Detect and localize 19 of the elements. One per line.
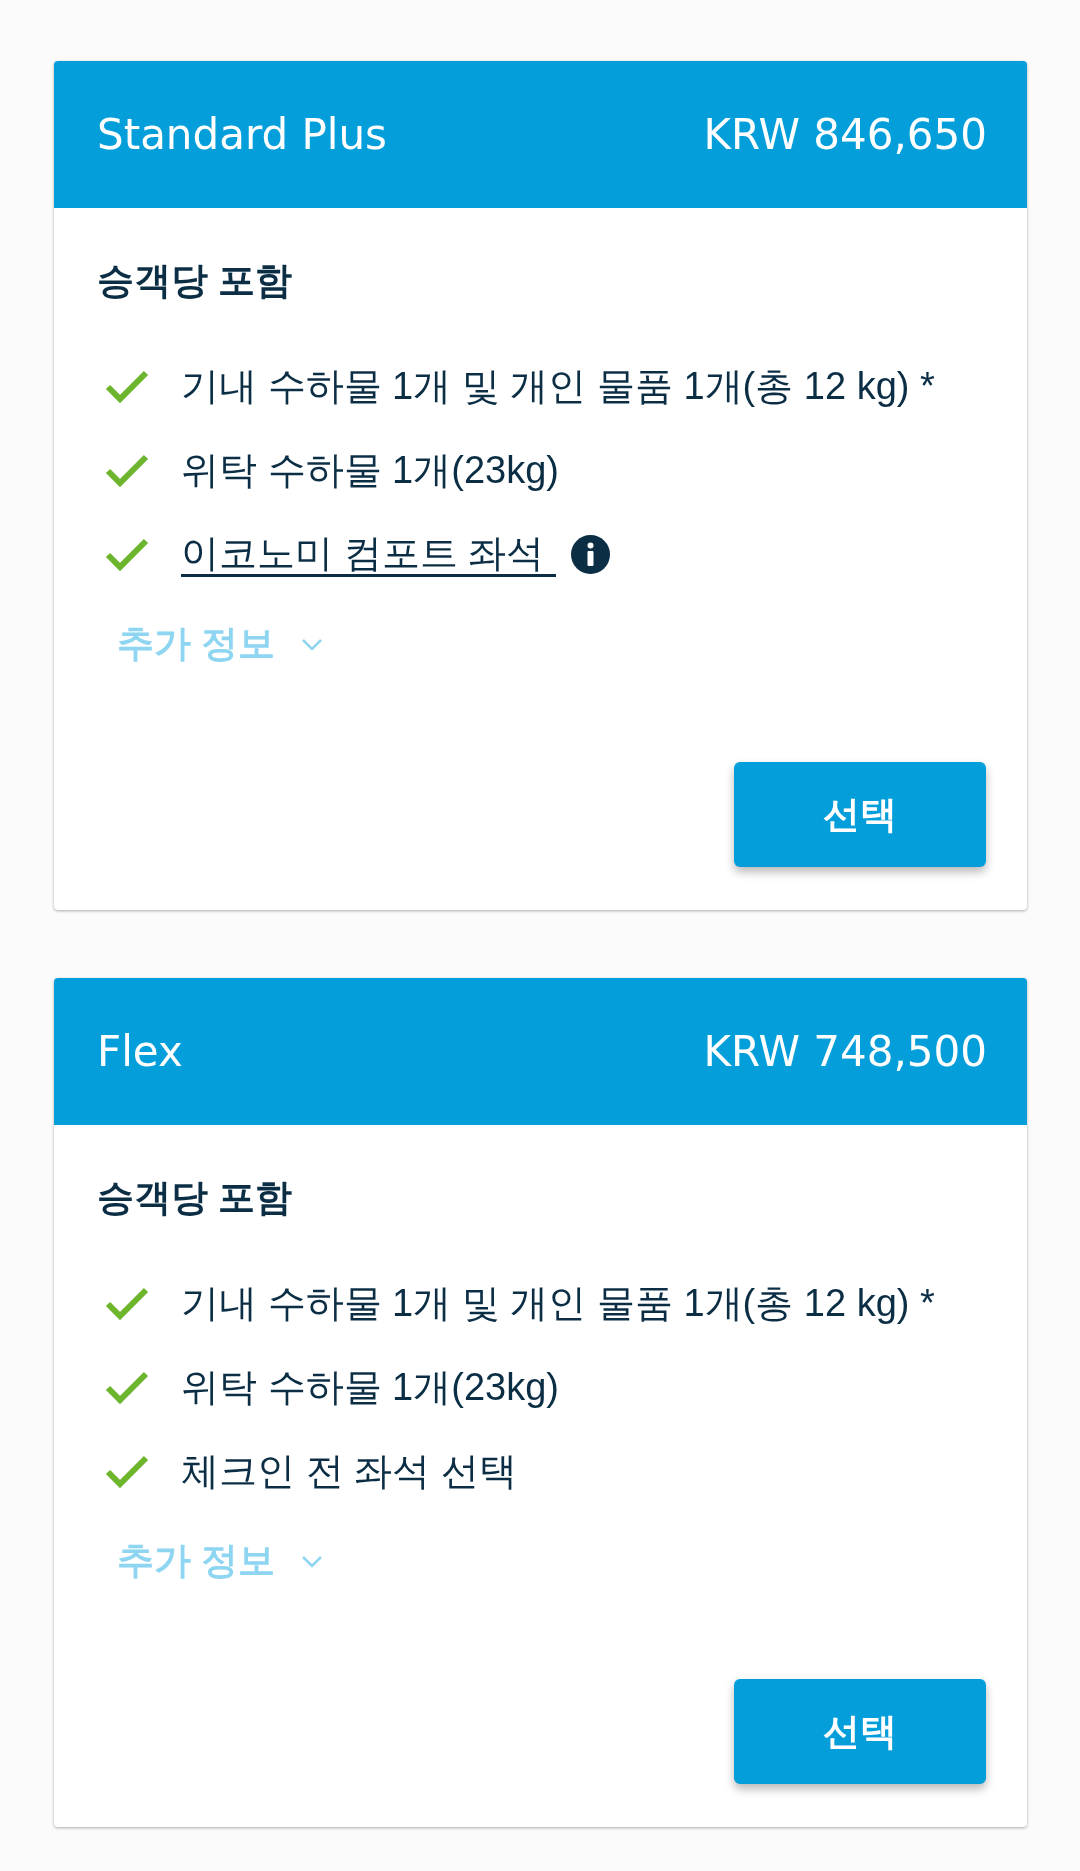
feature-text: 위탁 수하물 1개(23kg) <box>181 448 559 492</box>
info-icon[interactable] <box>571 534 611 574</box>
included-heading: 승객당 포함 <box>97 1176 293 1220</box>
select-button[interactable]: 선택 <box>734 762 986 867</box>
more-info-toggle[interactable]: 추가 정보 <box>117 1539 324 1583</box>
fare-price: KRW 846,650 <box>703 110 987 159</box>
fare-price: KRW 748,500 <box>703 1027 987 1076</box>
fare-name: Standard Plus <box>97 110 387 159</box>
select-button[interactable]: 선택 <box>734 1679 986 1784</box>
feature-text: 기내 수하물 1개 및 개인 물품 1개(총 12 kg) * <box>181 1281 935 1325</box>
feature-text: 기내 수하물 1개 및 개인 물품 1개(총 12 kg) * <box>181 364 935 408</box>
feature-link[interactable]: 이코노미 컴포트 좌석 <box>181 531 557 577</box>
chevron-down-icon <box>301 1554 324 1568</box>
included-heading: 승객당 포함 <box>97 259 293 303</box>
fare-name: Flex <box>97 1027 183 1076</box>
feature-text: 체크인 전 좌석 선택 <box>181 1449 517 1493</box>
chevron-down-icon <box>301 637 324 651</box>
more-info-toggle[interactable]: 추가 정보 <box>117 622 324 666</box>
feature-text: 위탁 수하물 1개(23kg) <box>181 1365 559 1409</box>
